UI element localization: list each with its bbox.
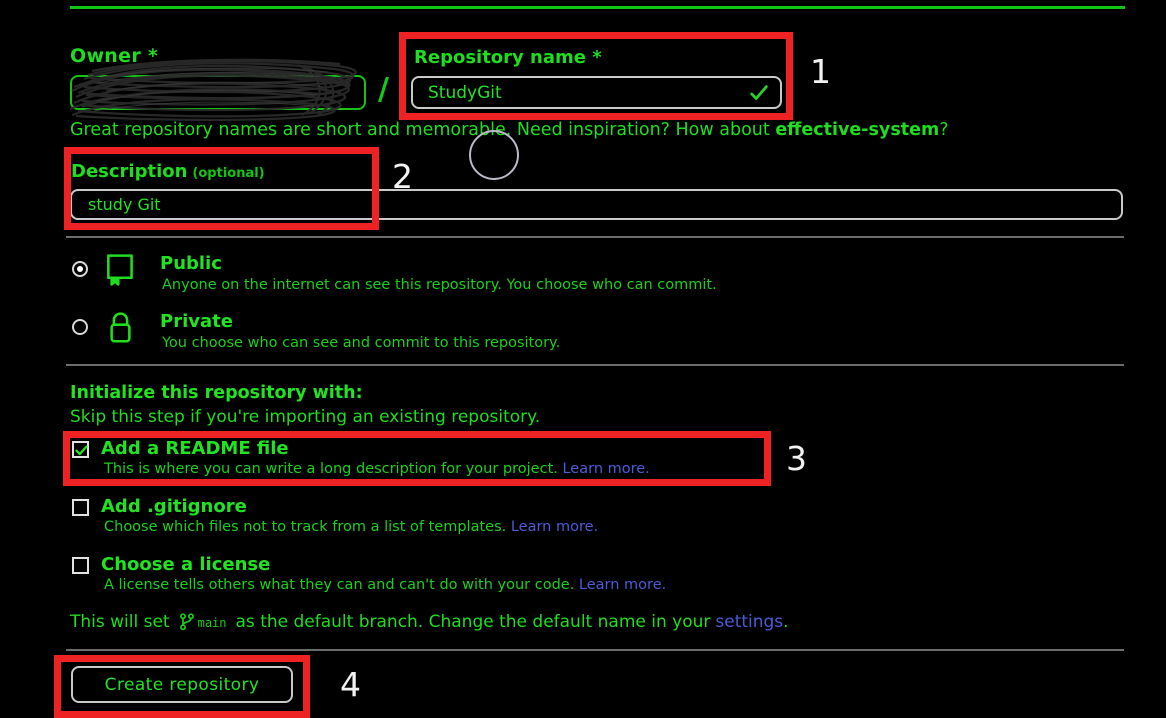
hint-text: Great repository names are short and mem…	[70, 120, 776, 140]
git-branch-icon	[179, 613, 195, 631]
license-description: A license tells others what they can and…	[104, 577, 666, 593]
visibility-public-title: Public	[160, 253, 222, 274]
gitignore-title: Add .gitignore	[101, 496, 247, 517]
hint-tail: ?	[939, 120, 949, 140]
gitignore-description-text: Choose which files not to track from a l…	[104, 519, 507, 535]
checkbox-gitignore[interactable]	[72, 499, 89, 516]
annotation-box-4	[54, 655, 310, 718]
hint-suggestion: effective-system	[775, 120, 940, 140]
license-learn-more-link[interactable]: Learn more.	[579, 577, 666, 593]
visibility-public-description: Anyone on the internet can see this repo…	[162, 277, 717, 293]
annotation-marker-2: 2	[392, 157, 413, 196]
default-branch-name: main	[197, 616, 227, 630]
branch-note-middle: as the default branch. Change the defaul…	[235, 612, 711, 632]
annotation-box-1	[399, 32, 793, 120]
annotation-marker-1: 1	[810, 52, 831, 91]
top-divider	[70, 6, 1125, 9]
branch-note-suffix: .	[783, 612, 789, 632]
divider-before-submit	[66, 649, 1124, 651]
owner-repo-separator: /	[378, 72, 389, 107]
initialize-subtitle: Skip this step if you're importing an ex…	[70, 407, 541, 427]
repository-name-hint: Great repository names are short and mem…	[70, 120, 949, 140]
settings-link[interactable]: settings	[715, 612, 783, 632]
license-title: Choose a license	[101, 554, 271, 575]
owner-label: Owner *	[70, 45, 159, 67]
initialize-title: Initialize this repository with:	[70, 383, 363, 403]
annotation-marker-4: 4	[340, 665, 361, 704]
divider-after-description	[66, 236, 1124, 238]
visibility-private-title: Private	[160, 311, 233, 332]
repository-book-icon	[105, 253, 136, 287]
gitignore-description: Choose which files not to track from a l…	[104, 519, 598, 535]
checkbox-license[interactable]	[72, 557, 89, 574]
owner-select[interactable]	[70, 75, 366, 110]
annotation-marker-3: 3	[786, 439, 807, 478]
lock-icon	[105, 311, 136, 345]
radio-public[interactable]	[72, 261, 88, 277]
default-branch-note: This will set main as the default branch…	[70, 612, 789, 632]
annotation-box-3	[63, 431, 771, 486]
annotation-box-2	[64, 147, 379, 230]
divider-after-visibility	[66, 364, 1124, 366]
branch-note-prefix: This will set	[70, 612, 170, 632]
radio-private[interactable]	[72, 319, 88, 335]
new-repository-form: Owner * / Repository name * StudyGit 1 G…	[0, 0, 1166, 718]
gitignore-learn-more-link[interactable]: Learn more.	[511, 519, 598, 535]
visibility-private-description: You choose who can see and commit to thi…	[162, 335, 561, 351]
license-description-text: A license tells others what they can and…	[104, 577, 575, 593]
